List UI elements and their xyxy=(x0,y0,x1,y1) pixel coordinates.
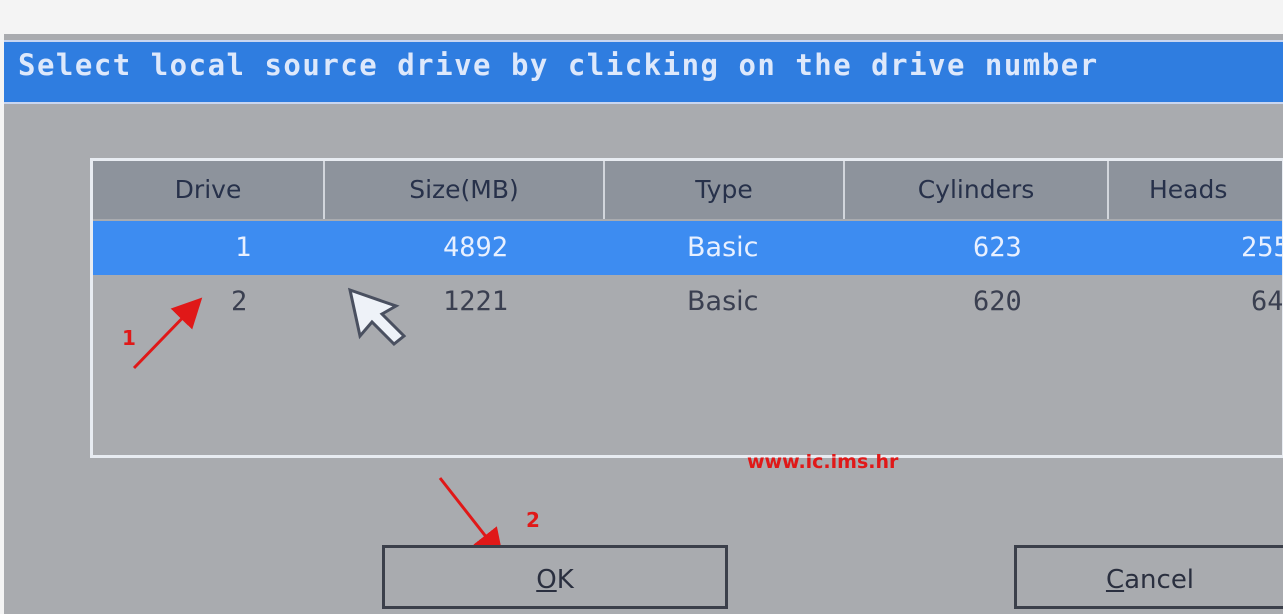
cancel-button[interactable]: Cancel xyxy=(1014,545,1283,609)
dialog-title: Select local source drive by clicking on… xyxy=(18,48,1099,82)
column-header-size[interactable]: Size(MB) xyxy=(325,161,605,219)
cell-type: Basic xyxy=(687,286,759,317)
title-bar: Select local source drive by clicking on… xyxy=(4,40,1283,104)
cell-heads: 255 xyxy=(1241,232,1282,263)
annotation-step-1: 1 xyxy=(122,326,136,350)
cancel-label-rest: ancel xyxy=(1124,565,1195,595)
cancel-accelerator: C xyxy=(1105,565,1125,595)
cell-cylinders: 623 xyxy=(973,232,1022,263)
watermark-text: www.ic.ims.hr xyxy=(747,451,899,473)
column-header-drive[interactable]: Drive xyxy=(93,161,325,219)
column-header-type[interactable]: Type xyxy=(605,161,845,219)
drive-table: Drive Size(MB) Type Cylinders Heads 1 48… xyxy=(90,158,1283,458)
column-header-cylinders[interactable]: Cylinders xyxy=(845,161,1109,219)
cell-drive[interactable]: 2 xyxy=(231,275,247,329)
cell-drive[interactable]: 1 xyxy=(235,221,251,275)
cell-heads: 64 xyxy=(1251,286,1283,317)
table-row[interactable]: 2 1221 Basic 620 64 xyxy=(93,275,1282,329)
annotation-step-2: 2 xyxy=(526,508,540,532)
table-row-selected[interactable]: 1 4892 Basic 623 255 xyxy=(93,221,1282,275)
cell-size: 4892 xyxy=(443,232,509,263)
ok-label-rest: K xyxy=(556,565,574,595)
column-header-heads[interactable]: Heads xyxy=(1109,161,1282,219)
cell-size: 1221 xyxy=(443,286,509,317)
ok-button[interactable]: OK xyxy=(382,545,728,609)
cell-cylinders: 620 xyxy=(973,286,1022,317)
ok-accelerator: O xyxy=(536,565,557,595)
table-header: Drive Size(MB) Type Cylinders Heads xyxy=(93,161,1282,219)
cell-type: Basic xyxy=(687,232,759,263)
